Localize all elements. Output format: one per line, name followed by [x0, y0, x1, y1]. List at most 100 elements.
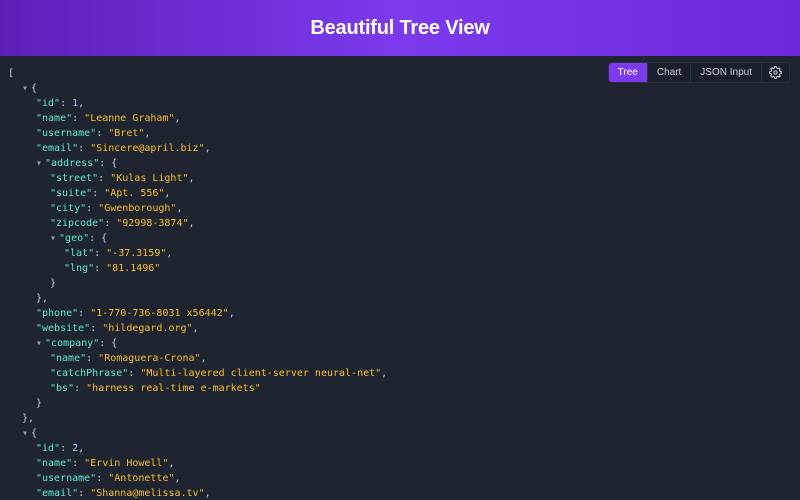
json-string: "hildegard.org" [102, 323, 192, 334]
json-punct: : { [89, 233, 107, 244]
json-string: "Romaguera-Crona" [98, 353, 200, 364]
json-key: "name" [36, 113, 72, 124]
tree-line: }, [8, 411, 792, 426]
json-string: "Apt. 556" [104, 188, 164, 199]
json-punct: : { [99, 338, 117, 349]
json-punct: : [94, 263, 106, 274]
json-punct: , [381, 368, 387, 379]
json-key: "street" [50, 173, 98, 184]
json-key: "city" [50, 203, 86, 214]
json-tree-viewer[interactable]: [▾{"id": 1,"name": "Leanne Graham","user… [0, 56, 800, 500]
json-punct: : { [99, 158, 117, 169]
json-punct: , [166, 248, 172, 259]
json-punct: : [72, 458, 84, 469]
json-key: "name" [50, 353, 86, 364]
json-string: "Gwenborough" [98, 203, 176, 214]
json-string: "Shanna@melissa.tv" [90, 488, 204, 499]
json-punct: , [193, 323, 199, 334]
json-punct: : [96, 473, 108, 484]
json-punct: : [128, 368, 140, 379]
tab-json-input[interactable]: JSON Input [691, 63, 762, 82]
tree-line: "lng": "81.1496" [8, 261, 792, 276]
json-key: "catchPhrase" [50, 368, 128, 379]
json-punct: : [86, 353, 98, 364]
tree-line: "zipcode": "92998-3874", [8, 216, 792, 231]
json-key: "bs" [50, 383, 74, 394]
json-string: "81.1496" [106, 263, 160, 274]
json-string: "1-770-736-8031 x56442" [90, 308, 228, 319]
json-string: "Leanne Graham" [84, 113, 174, 124]
json-punct: : [78, 308, 90, 319]
json-punct: , [168, 458, 174, 469]
json-punct: , [78, 443, 84, 454]
tree-line: "id": 1, [8, 96, 792, 111]
json-punct: : [86, 203, 98, 214]
json-key: "name" [36, 458, 72, 469]
gear-icon [769, 66, 782, 79]
tab-tree[interactable]: Tree [609, 63, 648, 82]
tree-line: "email": "Shanna@melissa.tv", [8, 486, 792, 500]
json-key: "phone" [36, 308, 78, 319]
json-punct: }, [36, 293, 48, 304]
json-punct: : [96, 128, 108, 139]
tree-line: "id": 2, [8, 441, 792, 456]
tree-line: "bs": "harness real-time e-markets" [8, 381, 792, 396]
json-punct: : [78, 488, 90, 499]
tree-line: "name": "Romaguera-Crona", [8, 351, 792, 366]
tree-line: "username": "Antonette", [8, 471, 792, 486]
json-string: "92998-3874" [116, 218, 188, 229]
tree-line: "username": "Bret", [8, 126, 792, 141]
json-punct: , [144, 128, 150, 139]
tree-line: "catchPhrase": "Multi-layered client-ser… [8, 366, 792, 381]
settings-button[interactable] [762, 63, 789, 82]
expand-toggle-icon[interactable]: ▾ [36, 158, 42, 169]
tree-line: "name": "Leanne Graham", [8, 111, 792, 126]
json-key: "zipcode" [50, 218, 104, 229]
json-punct: , [176, 203, 182, 214]
json-punct: : [104, 218, 116, 229]
expand-toggle-icon[interactable]: ▾ [22, 428, 28, 439]
json-punct: { [31, 83, 37, 94]
json-key: "email" [36, 488, 78, 499]
tree-line: ▾{ [8, 81, 792, 96]
json-punct: }, [22, 413, 34, 424]
view-toolbar: Tree Chart JSON Input [608, 62, 790, 83]
page-title: Beautiful Tree View [310, 17, 489, 40]
json-punct: : [60, 443, 72, 454]
json-key: "username" [36, 128, 96, 139]
json-punct: , [205, 488, 211, 499]
json-punct: : [92, 188, 104, 199]
json-key: "id" [36, 443, 60, 454]
tree-line: "city": "Gwenborough", [8, 201, 792, 216]
expand-toggle-icon[interactable]: ▾ [36, 338, 42, 349]
json-punct: : [98, 173, 110, 184]
json-punct: [ [8, 68, 14, 79]
json-key: "geo" [59, 233, 89, 244]
tree-line: } [8, 276, 792, 291]
json-key: "address" [45, 158, 99, 169]
json-punct: : [60, 98, 72, 109]
json-string: "Multi-layered client-server neural-net" [140, 368, 381, 379]
json-punct: , [78, 98, 84, 109]
json-key: "lat" [64, 248, 94, 259]
tree-line: } [8, 396, 792, 411]
json-key: "company" [45, 338, 99, 349]
json-string: "Ervin Howell" [84, 458, 168, 469]
expand-toggle-icon[interactable]: ▾ [22, 83, 28, 94]
json-string: "Kulas Light" [110, 173, 188, 184]
tree-line: "website": "hildegard.org", [8, 321, 792, 336]
tree-line: }, [8, 291, 792, 306]
expand-toggle-icon[interactable]: ▾ [50, 233, 56, 244]
json-punct: : [72, 113, 84, 124]
json-punct: } [36, 398, 42, 409]
tree-line: ▾"address": { [8, 156, 792, 171]
json-string: "harness real-time e-markets" [86, 383, 261, 394]
json-string: "Sincere@april.biz" [90, 143, 204, 154]
json-punct: , [175, 473, 181, 484]
json-punct: : [78, 143, 90, 154]
json-punct: , [188, 218, 194, 229]
tab-chart[interactable]: Chart [648, 63, 691, 82]
json-punct: , [201, 353, 207, 364]
json-string: "Antonette" [108, 473, 174, 484]
json-punct: , [229, 308, 235, 319]
